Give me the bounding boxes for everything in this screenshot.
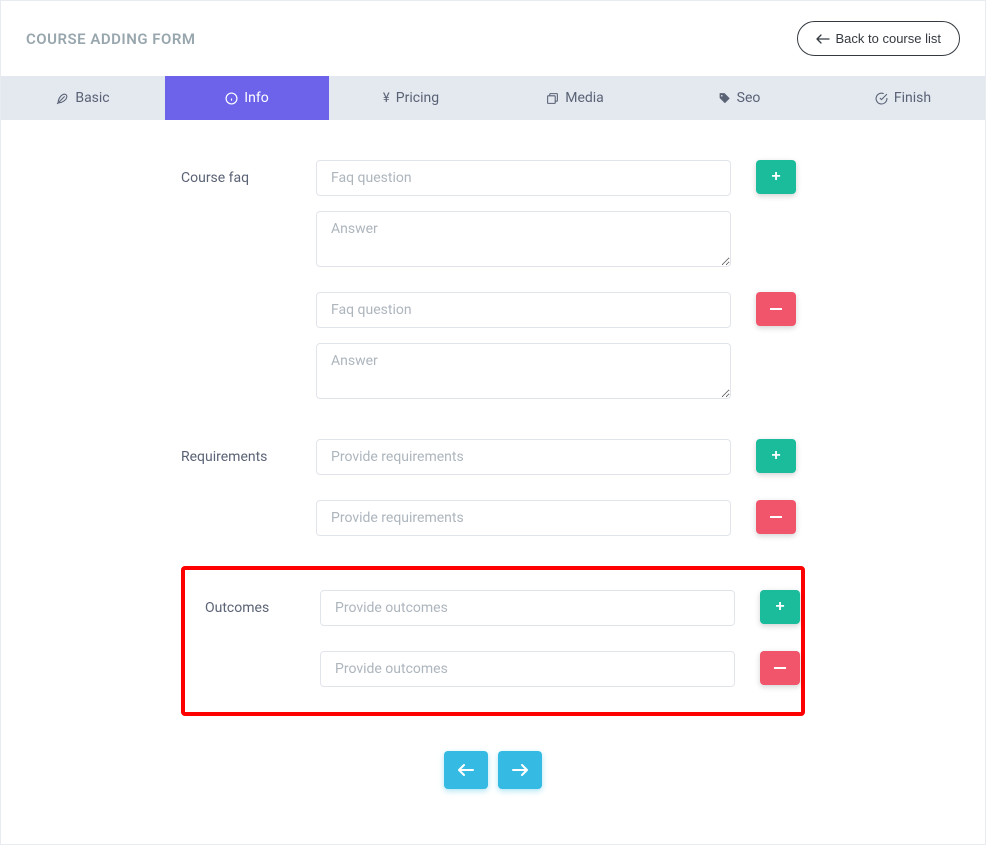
requirement-row: + bbox=[316, 439, 836, 475]
remove-faq-button[interactable] bbox=[756, 292, 796, 326]
remove-outcome-button[interactable] bbox=[760, 651, 800, 685]
tab-label: Finish bbox=[894, 90, 931, 106]
outcome-row: + bbox=[320, 590, 801, 626]
tab-label: Info bbox=[244, 90, 268, 106]
faq-question-input[interactable] bbox=[316, 160, 731, 196]
faq-question-input[interactable] bbox=[316, 292, 731, 328]
section-outcomes: Outcomes + bbox=[185, 590, 801, 687]
requirement-input[interactable] bbox=[316, 439, 731, 475]
faq-answer-input[interactable] bbox=[316, 211, 731, 267]
remove-requirement-button[interactable] bbox=[756, 500, 796, 534]
tab-label: Media bbox=[565, 90, 604, 106]
feather-icon bbox=[56, 92, 69, 105]
tab-info[interactable]: Info bbox=[165, 76, 329, 120]
section-requirements: Requirements + bbox=[21, 439, 965, 536]
check-circle-icon bbox=[875, 92, 888, 105]
tab-pricing[interactable]: ¥ Pricing bbox=[329, 76, 493, 120]
next-step-button[interactable] bbox=[498, 751, 542, 789]
minus-icon bbox=[774, 667, 786, 670]
add-requirement-button[interactable]: + bbox=[756, 439, 796, 473]
arrow-left-icon bbox=[458, 764, 474, 776]
faq-row: + bbox=[316, 160, 836, 267]
tabs-bar: Basic Info ¥ Pricing Media Seo bbox=[1, 76, 985, 120]
arrow-left-icon bbox=[816, 33, 830, 45]
faq-row bbox=[316, 292, 836, 399]
section-course-faq: Course faq + bbox=[21, 160, 965, 399]
outcome-input[interactable] bbox=[320, 590, 735, 626]
arrow-right-icon bbox=[512, 764, 528, 776]
outcome-row bbox=[320, 651, 801, 687]
requirements-label: Requirements bbox=[181, 449, 301, 465]
prev-step-button[interactable] bbox=[444, 751, 488, 789]
wizard-nav bbox=[21, 736, 965, 814]
requirement-row bbox=[316, 500, 836, 536]
faq-label: Course faq bbox=[181, 170, 301, 186]
tab-label: Basic bbox=[75, 90, 109, 106]
page-title: COURSE ADDING FORM bbox=[26, 30, 196, 48]
plus-icon: + bbox=[775, 598, 784, 616]
info-icon bbox=[225, 92, 238, 105]
minus-icon bbox=[770, 308, 782, 311]
tag-icon bbox=[718, 92, 731, 105]
layers-icon bbox=[546, 92, 559, 105]
back-to-course-list-button[interactable]: Back to course list bbox=[797, 21, 961, 56]
back-button-label: Back to course list bbox=[836, 31, 942, 46]
outcome-input[interactable] bbox=[320, 651, 735, 687]
minus-icon bbox=[770, 516, 782, 519]
add-outcome-button[interactable]: + bbox=[760, 590, 800, 624]
yen-icon: ¥ bbox=[383, 91, 390, 106]
tab-label: Seo bbox=[737, 90, 761, 106]
outcomes-label: Outcomes bbox=[205, 600, 305, 616]
plus-icon: + bbox=[771, 447, 780, 465]
requirement-input[interactable] bbox=[316, 500, 731, 536]
tab-finish[interactable]: Finish bbox=[821, 76, 985, 120]
add-faq-button[interactable]: + bbox=[756, 160, 796, 194]
tab-media[interactable]: Media bbox=[493, 76, 657, 120]
tab-seo[interactable]: Seo bbox=[657, 76, 821, 120]
faq-answer-input[interactable] bbox=[316, 343, 731, 399]
tab-basic[interactable]: Basic bbox=[1, 76, 165, 120]
highlighted-outcomes-region: Outcomes + bbox=[181, 566, 805, 716]
plus-icon: + bbox=[771, 168, 780, 186]
tab-label: Pricing bbox=[396, 90, 439, 106]
